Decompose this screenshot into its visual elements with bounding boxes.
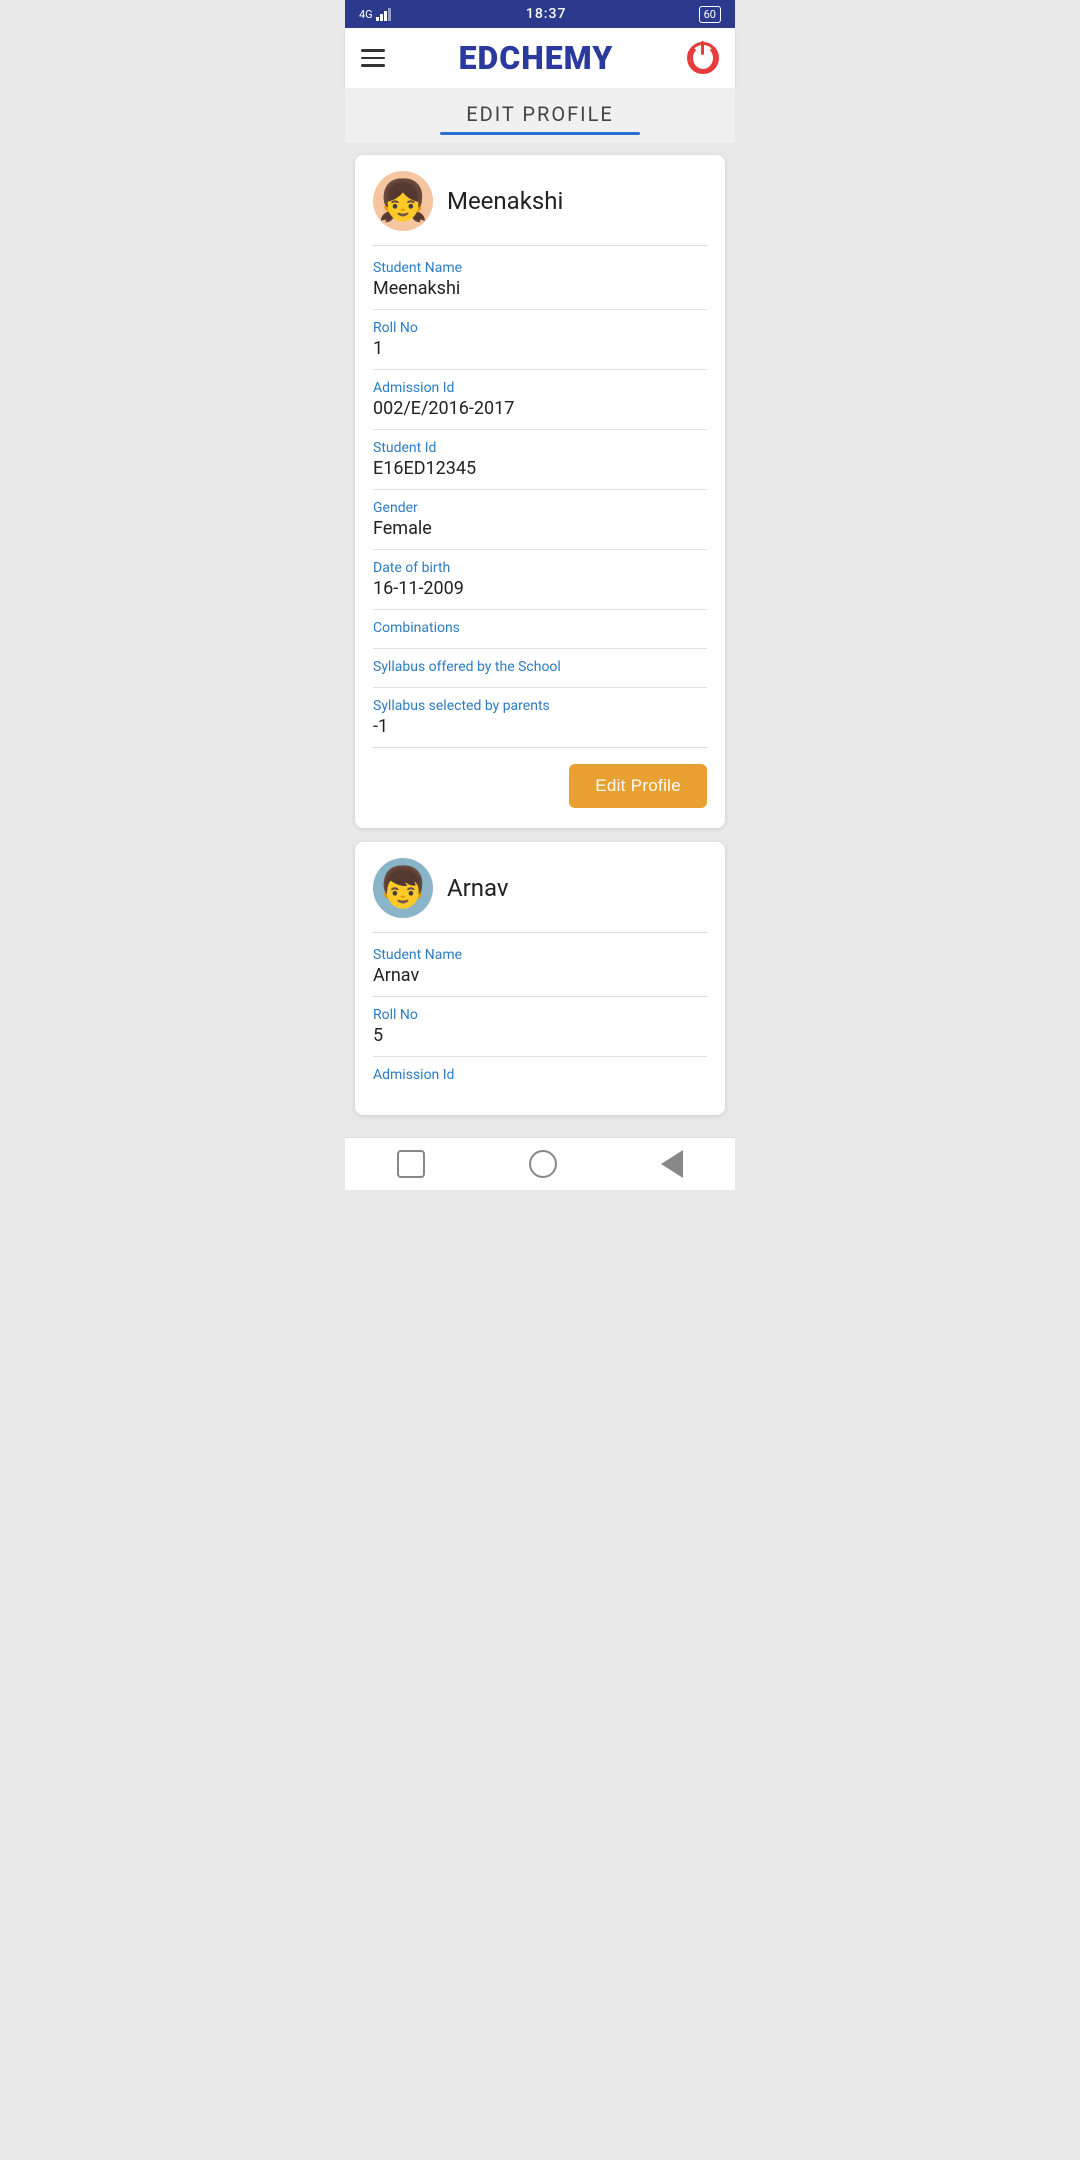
page-title: EDIT PROFILE [345,102,735,126]
avatar-arnav [373,858,433,918]
status-bar: 4G 18:37 60 [345,0,735,28]
label-syllabus-parents: Syllabus selected by parents [373,698,707,714]
content-area: Meenakshi Student Name Meenakshi Roll No… [345,143,735,1127]
field-student-name: Student Name Meenakshi [373,250,707,310]
bottom-navigation [345,1137,735,1190]
label-syllabus-school: Syllabus offered by the School [373,659,707,675]
profile-card-meenakshi: Meenakshi Student Name Meenakshi Roll No… [355,155,725,828]
app-logo: EDCHEMY [459,39,614,77]
label-dob: Date of birth [373,560,707,576]
power-icon-ring [690,44,716,72]
field-gender: Gender Female [373,490,707,550]
label-student-id: Student Id [373,440,707,456]
menu-button[interactable] [361,49,385,67]
value-student-id: E16ED12345 [373,458,707,479]
battery-indicator: 60 [699,6,721,23]
field-student-id: Student Id E16ED12345 [373,430,707,490]
value-arnav-student-name: Arnav [373,965,707,986]
title-underline [440,132,640,135]
value-syllabus-parents: -1 [373,716,707,737]
nav-square-button[interactable] [397,1150,425,1178]
label-combinations: Combinations [373,620,707,636]
power-button[interactable] [687,42,719,74]
app-header: EDCHEMY [345,28,735,88]
label-admission-id: Admission Id [373,380,707,396]
label-student-name: Student Name [373,260,707,276]
label-arnav-admission-id: Admission Id [373,1067,707,1083]
value-dob: 16-11-2009 [373,578,707,599]
profile-card-arnav: Arnav Student Name Arnav Roll No 5 Admis… [355,842,725,1115]
field-admission-id: Admission Id 002/E/2016-2017 [373,370,707,430]
field-arnav-admission-id: Admission Id [373,1057,707,1095]
value-roll-no: 1 [373,338,707,359]
value-student-name: Meenakshi [373,278,707,299]
field-combinations: Combinations [373,610,707,649]
label-arnav-student-name: Student Name [373,947,707,963]
avatar-meenakshi [373,171,433,231]
field-roll-no: Roll No 1 [373,310,707,370]
nav-back-button[interactable] [661,1150,683,1178]
profile-header-arnav: Arnav [373,858,707,933]
label-arnav-roll-no: Roll No [373,1007,707,1023]
field-syllabus-school: Syllabus offered by the School [373,649,707,688]
profile-header-meenakshi: Meenakshi [373,171,707,246]
label-roll-no: Roll No [373,320,707,336]
profile-name-meenakshi: Meenakshi [447,187,563,215]
edit-profile-btn-row: Edit Profile [373,764,707,808]
field-arnav-student-name: Student Name Arnav [373,937,707,997]
signal-bars-icon [376,7,394,21]
page-title-section: EDIT PROFILE [345,88,735,143]
signal-indicator: 4G [359,7,394,21]
network-type: 4G [359,8,373,21]
field-syllabus-parents: Syllabus selected by parents -1 [373,688,707,748]
label-gender: Gender [373,500,707,516]
value-arnav-roll-no: 5 [373,1025,707,1046]
nav-home-button[interactable] [529,1150,557,1178]
field-arnav-roll-no: Roll No 5 [373,997,707,1057]
status-time: 18:37 [526,6,567,22]
value-gender: Female [373,518,707,539]
field-dob: Date of birth 16-11-2009 [373,550,707,610]
edit-profile-button-meenakshi[interactable]: Edit Profile [569,764,707,808]
profile-name-arnav: Arnav [447,874,509,902]
value-admission-id: 002/E/2016-2017 [373,398,707,419]
